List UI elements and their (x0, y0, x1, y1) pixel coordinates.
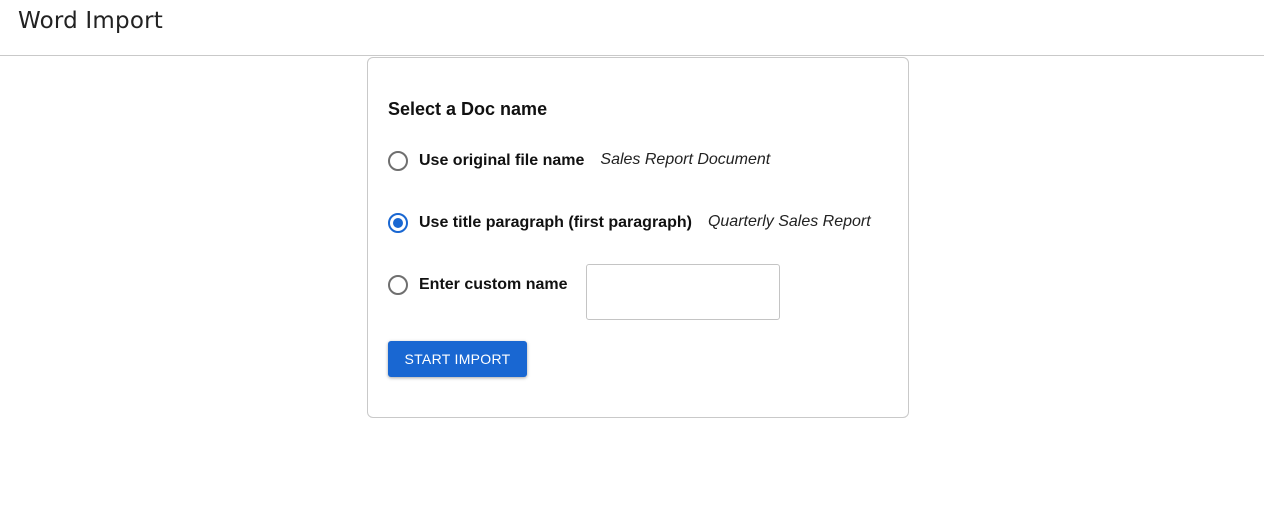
original-file-name-preview: Sales Report Document (600, 150, 771, 168)
custom-name-input[interactable] (586, 264, 780, 320)
doc-name-card: Select a Doc name Use original file name… (367, 57, 909, 418)
option-label[interactable]: Use title paragraph (first paragraph) (419, 214, 692, 232)
page-title: Word Import (18, 8, 163, 34)
option-label[interactable]: Enter custom name (419, 276, 567, 294)
option-original-file-name[interactable]: Use original file name Sales Report Docu… (388, 149, 770, 173)
option-custom-name[interactable]: Enter custom name (388, 273, 583, 297)
start-import-button[interactable]: START IMPORT (388, 341, 527, 377)
radio-custom-name[interactable] (388, 275, 408, 295)
top-bar: Word Import (0, 0, 1264, 56)
section-title: Select a Doc name (388, 99, 548, 119)
title-paragraph-preview: Quarterly Sales Report (707, 212, 871, 230)
option-label[interactable]: Use original file name (419, 152, 584, 170)
radio-selected-dot (393, 218, 403, 228)
radio-title-paragraph[interactable] (388, 213, 408, 233)
radio-original-file-name[interactable] (388, 151, 408, 171)
option-title-paragraph[interactable]: Use title paragraph (first paragraph) Qu… (388, 211, 871, 235)
